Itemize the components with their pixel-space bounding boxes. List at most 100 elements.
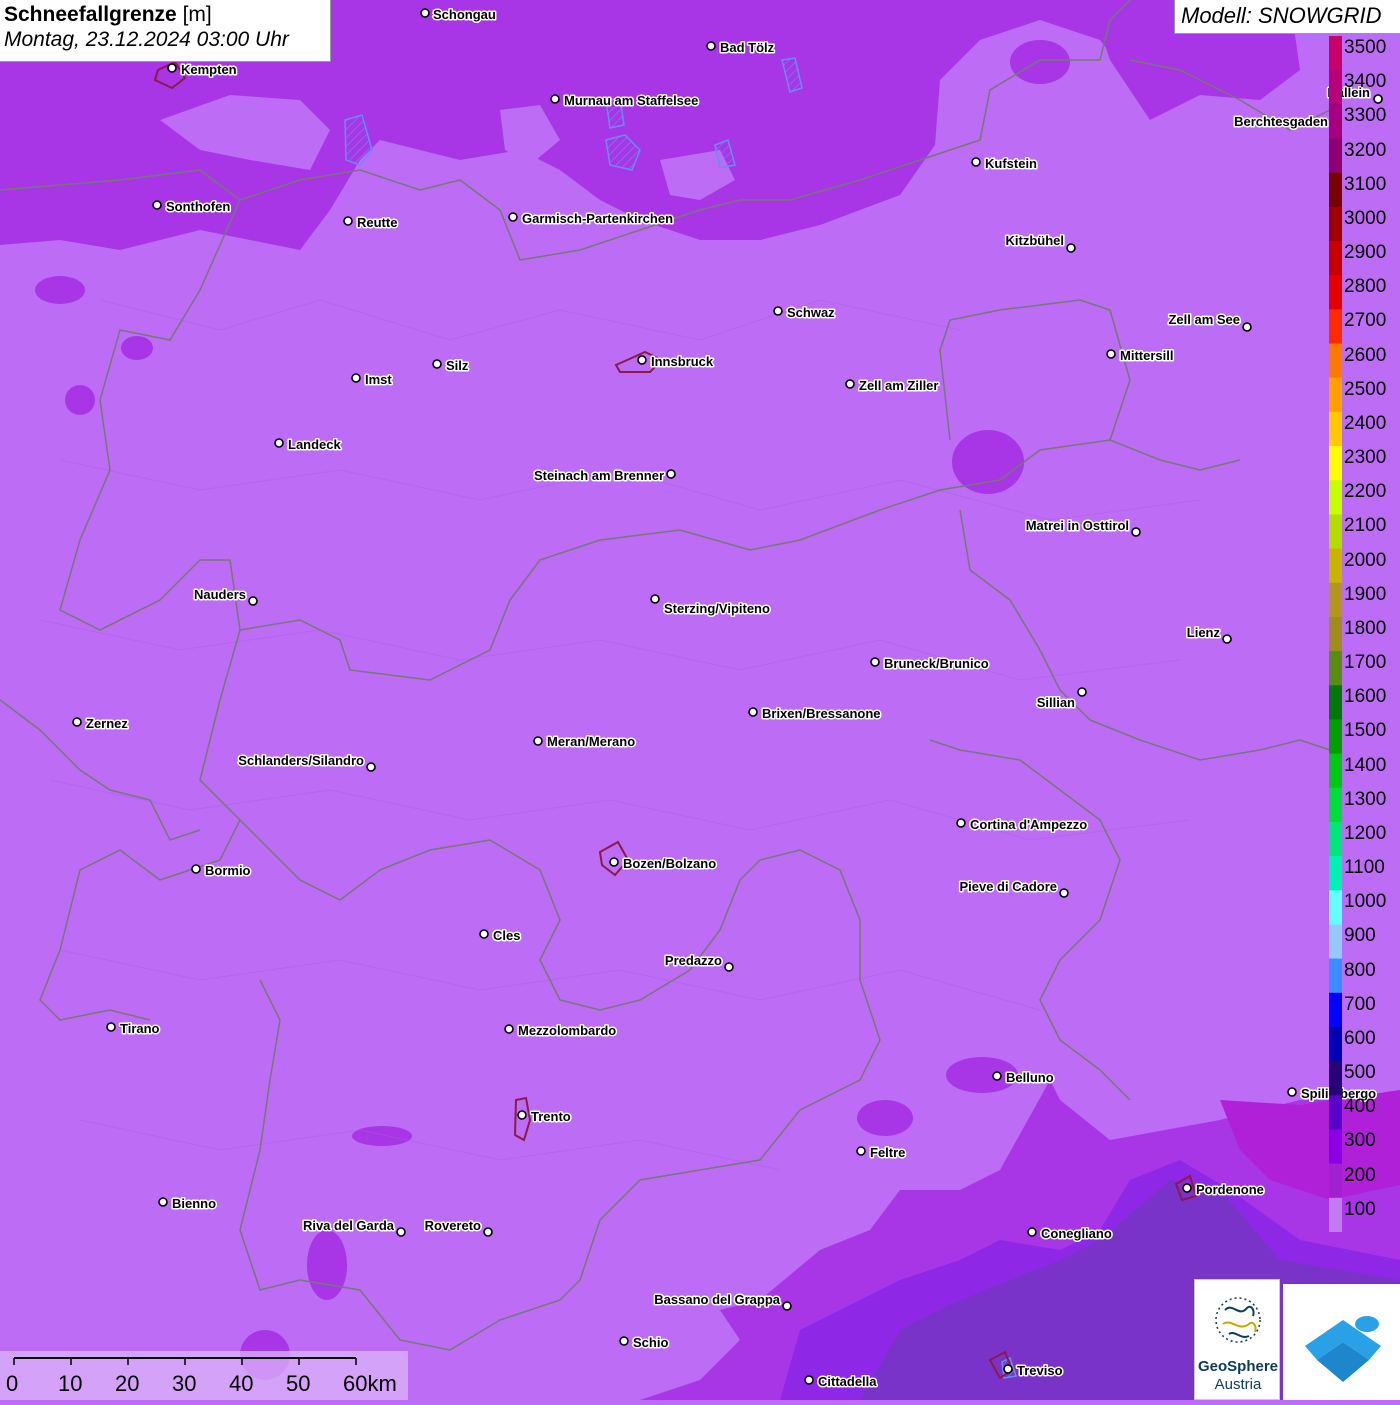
legend-swatch [1329, 787, 1342, 823]
legend-label: 1200 [1344, 822, 1387, 844]
legend-label: 2600 [1344, 344, 1387, 366]
field-patch [65, 385, 95, 415]
city-label: Feltre [870, 1145, 905, 1160]
legend-label: 1500 [1344, 720, 1387, 742]
scale-label: 10 [58, 1371, 83, 1396]
city-label: Steinach am Brenner [534, 468, 664, 483]
legend-label: 3400 [1344, 71, 1387, 93]
legend-swatch [1329, 206, 1342, 242]
title-line: Schneefallgrenze [m] [4, 3, 326, 27]
city-marker: Cortina d'Ampezzo [956, 816, 1089, 834]
legend-label: 900 [1344, 925, 1376, 947]
city-marker: Brixen/Bressanone [748, 705, 882, 723]
scale-label: 0 [6, 1371, 19, 1396]
legend-label: 400 [1344, 1096, 1376, 1118]
scale-label: 60km [343, 1371, 397, 1396]
legend-swatch [1329, 890, 1342, 925]
city-marker: Bozen/Bolzano [609, 855, 718, 873]
legend-label: 1700 [1344, 652, 1387, 674]
legend-swatch [1329, 548, 1342, 584]
city-label: Bozen/Bolzano [623, 856, 716, 871]
legend-swatch [1329, 1095, 1342, 1130]
legend-label: 1000 [1344, 891, 1387, 913]
city-dot [637, 355, 647, 365]
city-label: Zell am See [1168, 312, 1240, 327]
city-dot [773, 306, 783, 316]
legend-label: 600 [1344, 1027, 1376, 1049]
city-label: Zell am Ziller [859, 378, 938, 393]
city-label: Schlanders/Silandro [238, 753, 364, 768]
legend-swatch [1329, 36, 1342, 71]
legend-swatch [1329, 685, 1342, 720]
legend-swatch [1329, 70, 1342, 105]
city-marker: Zell am Ziller [845, 377, 940, 395]
city-dot [533, 736, 543, 746]
city-label: Schio [633, 1335, 668, 1350]
legend-swatch [1329, 343, 1342, 379]
city-dot [724, 962, 734, 972]
legend-label: 1100 [1344, 857, 1385, 879]
city-dot [1106, 349, 1116, 359]
city-label: Trento [531, 1109, 571, 1124]
city-marker: Murnau am Staffelsee [550, 92, 700, 110]
city-label: Imst [365, 372, 392, 387]
city-dot [1287, 1087, 1297, 1097]
legend-swatch [1329, 480, 1342, 515]
legend-swatch [1329, 1026, 1342, 1062]
city-label: Innsbruck [651, 354, 714, 369]
city-marker: Meran/Merano [533, 733, 637, 751]
city-label: Berchtesgaden [1234, 114, 1328, 129]
city-label: Predazzo [665, 953, 722, 968]
city-dot [106, 1022, 116, 1032]
legend-label: 700 [1344, 993, 1376, 1015]
city-dot [666, 469, 676, 479]
city-dot [420, 8, 430, 18]
city-dot [366, 762, 376, 772]
legend-label: 300 [1344, 1130, 1376, 1152]
city-label: Pordenone [1196, 1182, 1264, 1197]
city-label: Bruneck/Brunico [884, 656, 989, 671]
city-dot [1182, 1183, 1192, 1193]
legend-label: 3300 [1344, 105, 1387, 127]
city-label: Garmisch-Partenkirchen [522, 211, 673, 226]
city-dot [432, 359, 442, 369]
city-label: Meran/Merano [547, 734, 635, 749]
city-label: Cortina d'Ampezzo [970, 817, 1087, 832]
legend-swatch [1329, 1129, 1342, 1165]
city-dot [619, 1336, 629, 1346]
field-patch [857, 1100, 913, 1136]
city-label: Nauders [194, 587, 246, 602]
legend-label: 800 [1344, 959, 1376, 981]
city-dot [804, 1375, 814, 1385]
mountain-snow-icon [1305, 1316, 1381, 1382]
city-dot [191, 864, 201, 874]
city-dot [1003, 1364, 1013, 1374]
city-dot [351, 373, 361, 383]
legend-label: 1600 [1344, 686, 1387, 708]
legend-label: 2700 [1344, 310, 1387, 332]
city-label: Conegliano [1041, 1226, 1112, 1241]
city-label: Mezzolombardo [518, 1023, 616, 1038]
scale-label: 30 [172, 1371, 197, 1396]
city-label: Cittadella [818, 1374, 877, 1389]
legend-swatch [1329, 651, 1342, 686]
snowfall-limit-map: Schongau Bad Tölz Kempten Murnau am Staffel… [0, 0, 1400, 1400]
city-label: Riva del Garda [303, 1218, 395, 1233]
city-label: Kempten [181, 62, 237, 77]
title-box: Schneefallgrenze [m] Montag, 23.12.2024 … [0, 0, 331, 62]
city-dot [1077, 687, 1087, 697]
city-label: Belluno [1006, 1070, 1054, 1085]
city-label: Sillian [1037, 695, 1075, 710]
city-dot [517, 1110, 527, 1120]
city-dot [845, 379, 855, 389]
legend-swatch [1329, 616, 1342, 652]
city-dot [856, 1146, 866, 1156]
city-label: Pieve di Cadore [959, 879, 1057, 894]
city-label: Sonthofen [166, 199, 230, 214]
city-marker: Schongau [420, 6, 497, 24]
field-patch [352, 1126, 412, 1146]
legend-label: 2200 [1344, 481, 1387, 503]
snow-model-logo [1283, 1284, 1400, 1400]
city-dot [158, 1197, 168, 1207]
legend-label: 2800 [1344, 276, 1387, 298]
